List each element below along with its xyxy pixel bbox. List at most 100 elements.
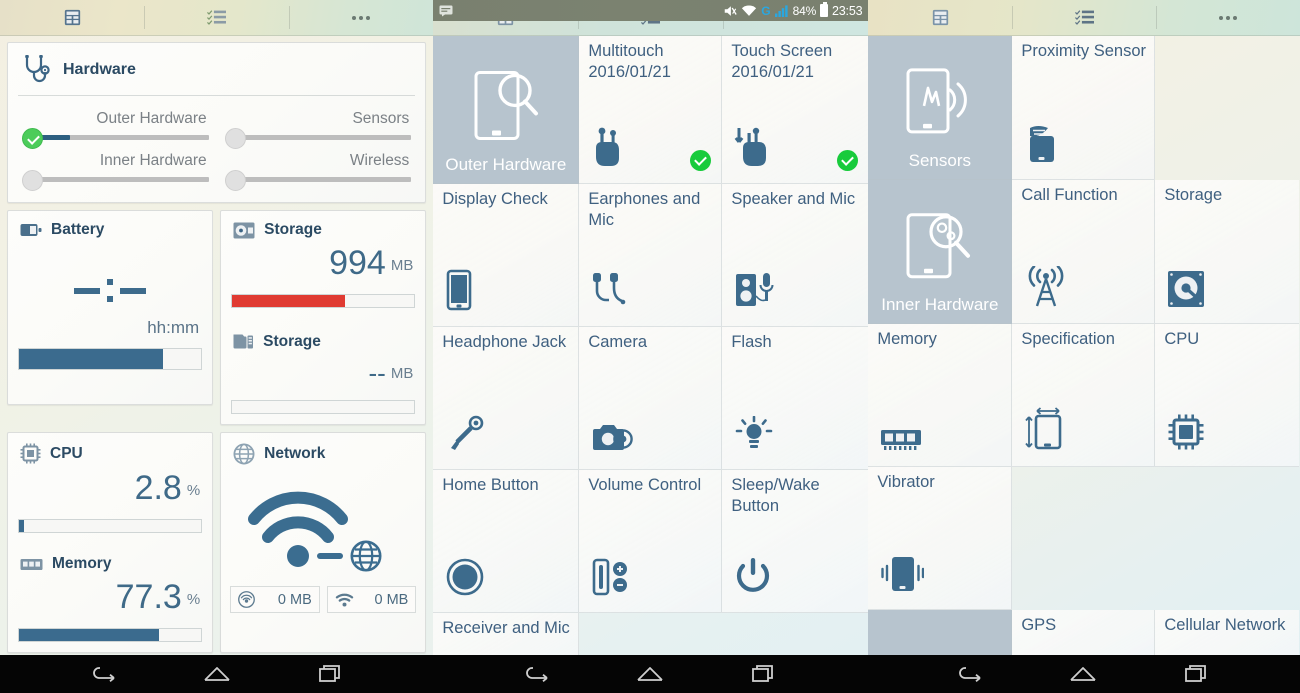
tile-home-button[interactable]: Home Button: [433, 470, 580, 613]
home-icon: [1070, 667, 1096, 681]
tile-sleep-wake-button[interactable]: Sleep/Wake Button: [722, 470, 869, 613]
storage-internal-header: Storage: [221, 211, 425, 245]
overflow-menu-button[interactable]: [1156, 0, 1300, 35]
tile-label: Multitouch 2016/01/21: [588, 42, 671, 81]
tile-label: Speaker and Mic: [731, 190, 856, 208]
home-button[interactable]: [200, 661, 234, 687]
slider-label: Inner Hardware: [99, 152, 207, 169]
slider-track[interactable]: [224, 128, 412, 149]
slider-outer-hardware[interactable]: Outer Hardware: [22, 102, 217, 149]
storage-card[interactable]: Storage 994 MB Storage -- MB: [220, 210, 427, 425]
overflow-menu-button[interactable]: [288, 0, 433, 35]
recent-apps-button[interactable]: [1180, 661, 1214, 687]
tile-call-function[interactable]: Call Function: [1012, 180, 1156, 324]
recent-apps-button[interactable]: [747, 661, 781, 687]
table-view-button[interactable]: [0, 0, 144, 35]
cpu-progress-fill: [19, 520, 25, 532]
tablet-display-icon: [445, 269, 473, 316]
battery-card[interactable]: Battery hh:mm: [7, 210, 214, 405]
tile-memory[interactable]: Memory: [868, 324, 1013, 467]
tile-display-check[interactable]: Display Check: [433, 184, 580, 327]
network-graphic: [221, 471, 425, 586]
slider-inner-hardware[interactable]: Inner Hardware: [22, 144, 217, 191]
home-icon: [204, 667, 230, 681]
tile-label: Storage: [1164, 186, 1223, 204]
battery-percent-label: 84%: [792, 3, 817, 18]
tile-vibrator[interactable]: Vibrator: [868, 467, 1013, 610]
tile-cpu[interactable]: CPU: [1155, 324, 1300, 467]
tile-row: Vibrator: [868, 467, 1300, 610]
dash: [120, 287, 147, 294]
memory-title: Memory: [52, 555, 112, 572]
home-button[interactable]: [1066, 661, 1100, 687]
back-button[interactable]: [519, 661, 553, 687]
tile-flash[interactable]: Flash: [722, 327, 869, 470]
cpu-chip-icon: [1167, 413, 1205, 456]
category-tile-sensors[interactable]: Sensors: [868, 36, 1013, 180]
cpu-title: CPU: [50, 444, 83, 462]
tile-label: Flash: [731, 333, 772, 351]
disc-storage-icon: [233, 222, 255, 238]
cpu-memory-card[interactable]: CPU 2.8% Memory 77.3 %: [7, 432, 214, 653]
table-view-button[interactable]: [868, 0, 1012, 35]
hardware-card-header: Hardware: [8, 43, 425, 93]
tile-volume-control[interactable]: Volume Control: [579, 470, 723, 613]
cpu-value: 2.8: [134, 469, 182, 507]
slider-knob-checked[interactable]: [22, 128, 43, 149]
back-icon: [92, 667, 115, 682]
tile-speaker-and-mic[interactable]: Speaker and Mic: [722, 184, 869, 327]
category-tile-label: Inner Hardware: [881, 295, 999, 314]
slider-sensors[interactable]: Sensors: [217, 102, 412, 149]
wifi-icon: [742, 5, 757, 16]
phone-sensor-waves-icon: [868, 63, 1011, 139]
network-title: Network: [264, 445, 326, 462]
network-card[interactable]: Network 0 MB 0 MB: [220, 432, 427, 653]
cpu-network-row: CPU 2.8% Memory 77.3 % Network 0 MB 0 MB: [7, 432, 427, 653]
tile-row: Inner Hardware Call Function Storage: [868, 180, 1300, 324]
cpu-value-row: 2.8%: [8, 470, 212, 509]
back-button[interactable]: [86, 661, 120, 687]
battery-unit: hh:mm: [147, 318, 200, 337]
cell-signal-icon: [774, 4, 788, 17]
earphones-icon: [591, 271, 633, 316]
category-tile-inner-hardware[interactable]: Inner Hardware: [868, 180, 1013, 324]
category-tile-outer-hardware[interactable]: Outer Hardware: [433, 36, 580, 184]
recent-apps-button[interactable]: [314, 661, 348, 687]
cpu-chip-icon: [20, 443, 41, 464]
tile-proximity-sensor[interactable]: Proximity Sensor: [1012, 36, 1156, 180]
tile-multitouch[interactable]: Multitouch 2016/01/21: [579, 36, 723, 184]
slider-track[interactable]: [22, 170, 209, 191]
slider-track[interactable]: [224, 170, 412, 191]
tile-camera[interactable]: Camera: [579, 327, 723, 470]
memory-unit: %: [186, 591, 201, 608]
storage-sd-progress: [231, 400, 416, 414]
battery-storage-row: Battery hh:mm Storage 994 MB Storage -- …: [7, 210, 427, 425]
category-tile-label: Outer Hardware: [445, 155, 567, 174]
wifi-icon: [335, 593, 354, 607]
tile-earphones-and-mic[interactable]: Earphones and Mic: [579, 184, 723, 327]
slider-knob[interactable]: [224, 128, 246, 149]
tile-touch-screen[interactable]: Touch Screen 2016/01/21: [722, 36, 869, 184]
checklist-button[interactable]: [1012, 0, 1156, 35]
tile-storage[interactable]: Storage: [1155, 180, 1300, 324]
home-button[interactable]: [633, 661, 667, 687]
slider-track[interactable]: [22, 128, 209, 149]
network-stats: 0 MB 0 MB: [221, 586, 425, 622]
globe-icon: [233, 443, 255, 465]
battery-card-header: Battery: [8, 211, 212, 245]
sensors-inner-hardware-panel: Sensors Proximity Sensor Inner Hardware …: [868, 0, 1300, 693]
slider-knob[interactable]: [224, 170, 246, 191]
slider-knob[interactable]: [22, 170, 43, 191]
slider-wireless[interactable]: Wireless: [217, 144, 412, 191]
status-bar-notifications: [439, 5, 453, 17]
tile-label: Memory: [877, 330, 937, 348]
back-button[interactable]: [952, 661, 986, 687]
tile-label: Touch Screen 2016/01/21: [731, 42, 833, 81]
tile-headphone-jack[interactable]: Headphone Jack: [433, 327, 580, 470]
cell-tower-icon: [1024, 265, 1068, 313]
memory-ram-icon: [880, 427, 922, 456]
tile-label: Receiver and Mic: [442, 619, 570, 637]
checklist-button[interactable]: [144, 0, 288, 35]
tile-label: CPU: [1164, 330, 1200, 348]
tile-specification[interactable]: Specification: [1012, 324, 1156, 467]
